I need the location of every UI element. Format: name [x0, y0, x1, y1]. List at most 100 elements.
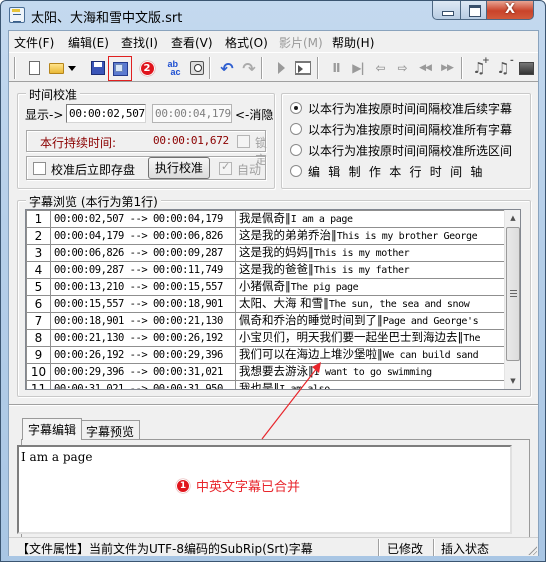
duration-label: 本行持续时间: [40, 136, 117, 150]
next-line-button[interactable]: ⇨ [392, 58, 412, 78]
chinese-text: 佩奇和乔治的睡觉时间到了 [239, 313, 377, 328]
table-row[interactable]: 5 00:00:13,210 --> 00:00:15,557 小猪佩奇‖The p… [26, 278, 507, 296]
scroll-up-arrow-icon[interactable]: ▲ [505, 210, 520, 226]
menu-bar: 文件(F) 编辑(E) 查找(I) 查看(V) 格式(O) 影片(M) 帮助(H… [9, 31, 538, 51]
magnifier-icon [190, 61, 204, 75]
play-button[interactable] [271, 58, 291, 78]
table-row[interactable]: 11 00:00:31,021 --> 00:00:31,950 我也是‖I am … [26, 380, 507, 390]
chinese-text: 我想要去游泳 [239, 364, 308, 379]
minimize-button[interactable] [432, 1, 461, 20]
remove-audio-button[interactable]: ♫ - [493, 56, 513, 78]
show-label: 显示-> [25, 108, 64, 122]
table-row[interactable]: 1 00:00:02,507 --> 00:00:04,179 我是佩奇‖I am … [26, 210, 507, 228]
menu-edit[interactable]: 编辑(E) [68, 34, 109, 51]
row-subtitle-text: 小宝贝们，明天我们要一起坐巴士到海边去‖The [235, 329, 507, 347]
new-file-button[interactable] [24, 58, 44, 78]
annotation-number-badge: 1 [176, 478, 190, 493]
tab-subtitle-preview[interactable]: 字幕预览 [80, 420, 141, 439]
menu-help[interactable]: 帮助(H) [332, 34, 374, 51]
duration-value: 00:00:01,672 [153, 134, 229, 147]
next-frame-button[interactable]: ▶| [348, 58, 368, 78]
save-as-button[interactable] [108, 56, 132, 81]
mode-option-all[interactable]: 以本行为准按原时间间隔校准所有字幕 [290, 121, 512, 137]
redo-button[interactable]: ↷ [239, 58, 259, 78]
menu-view[interactable]: 查看(V) [171, 34, 213, 51]
lock-checkbox[interactable] [237, 135, 250, 148]
execute-calibration-button[interactable]: 执行校准 [148, 157, 210, 179]
row-subtitle-text: 我也是‖I am also [235, 380, 507, 390]
row-timecode: 00:00:06,826 --> 00:00:09,287 [50, 244, 236, 262]
table-row[interactable]: 2 00:00:04,179 --> 00:00:06,826 这是我的弟弟乔治‖T… [26, 227, 507, 245]
menu-find[interactable]: 查找(I) [121, 34, 158, 51]
window-title: 太阳、大海和雪中文版.srt [31, 11, 183, 26]
menu-format[interactable]: 格式(O) [225, 34, 268, 51]
open-dropdown-button[interactable] [66, 58, 78, 78]
table-row[interactable]: 10 00:00:29,396 --> 00:00:31,021 我想要去游泳‖I … [26, 363, 507, 381]
row-number: 8 [26, 329, 51, 347]
tab-subtitle-edit[interactable]: 字幕编辑 [22, 418, 83, 440]
step-badge-2: 2 [137, 58, 157, 78]
movie-button[interactable] [293, 58, 313, 78]
menu-file[interactable]: 文件(F) [14, 34, 54, 51]
toolbar-grip[interactable] [14, 57, 16, 79]
english-text: The pig page [290, 282, 359, 293]
find-button[interactable] [187, 58, 207, 78]
radio-icon [290, 123, 302, 135]
add-audio-button[interactable]: ♫ + [469, 56, 489, 78]
table-row[interactable]: 4 00:00:09,287 --> 00:00:11,749 这是我的爸爸‖Thi… [26, 261, 507, 279]
spellcheck-button[interactable]: ab ac [164, 58, 184, 78]
vertical-scrollbar[interactable]: ▲ ▼ [504, 210, 520, 389]
auto-checkbox[interactable] [219, 160, 232, 175]
table-row[interactable]: 3 00:00:06,826 --> 00:00:09,287 这是我的妈妈‖Thi… [26, 244, 507, 262]
maximize-button[interactable] [460, 1, 487, 20]
auto-label: 自动 [237, 163, 262, 177]
table-row[interactable]: 9 00:00:26,192 --> 00:00:29,396 我们可以在海边上堆沙… [26, 346, 507, 364]
save-after-checkbox[interactable] [33, 162, 46, 175]
row-number: 1 [26, 210, 51, 228]
pause-icon: II [332, 61, 341, 75]
english-text: I am also [279, 384, 330, 390]
status-insert-mode: 插入状态 [441, 542, 490, 556]
resize-grip-icon[interactable] [527, 545, 537, 555]
chinese-text: 这是我的弟弟乔治 [239, 228, 331, 243]
status-modified: 已修改 [387, 542, 424, 556]
english-text: Page and George's [382, 316, 479, 327]
menu-movie[interactable]: 影片(M) [279, 34, 323, 51]
open-file-button[interactable] [46, 58, 66, 78]
english-text: The [463, 333, 481, 344]
play-icon [277, 62, 285, 74]
scrollbar-thumb[interactable] [506, 227, 520, 361]
prev-line-button[interactable]: ⇦ [370, 58, 390, 78]
save-button[interactable] [88, 58, 108, 78]
screen-icon [518, 61, 534, 75]
close-button[interactable]: X [486, 1, 534, 20]
mode-option-subsequent[interactable]: 以本行为准按原时间间隔校准后续字幕 [290, 100, 512, 116]
undo-button[interactable]: ↶ [217, 58, 237, 78]
mode-option-edit-timeline[interactable]: 编辑制作本行时间轴 [290, 163, 491, 179]
save-after-label: 校准后立即存盘 [51, 163, 136, 177]
app-icon[interactable] [9, 7, 25, 23]
row-timecode: 00:00:09,287 --> 00:00:11,749 [50, 261, 236, 279]
start-time-field[interactable]: 00:00:02,507 [66, 104, 146, 123]
table-row[interactable]: 8 00:00:21,130 --> 00:00:26,192 小宝贝们，明天我们要… [26, 329, 507, 347]
row-subtitle-text: 这是我的妈妈‖This is my mother [235, 244, 507, 262]
number-badge-icon: 2 [139, 60, 155, 76]
chinese-text: 我是佩奇 [239, 211, 285, 226]
subtitle-browser-title: 字幕浏览 (本行为第1行) [26, 193, 161, 210]
rewind-button[interactable]: ◀◀ [415, 58, 435, 78]
duration-box: 本行持续时间: 00:00:01,672 锁定 [26, 130, 267, 167]
scroll-down-arrow-icon[interactable]: ▼ [505, 373, 520, 389]
spellcheck-abc-icon: ab ac [167, 59, 181, 77]
pause-button[interactable]: II [326, 58, 346, 78]
right-arrow-icon: ⇨ [397, 61, 407, 75]
video-window-button[interactable] [516, 58, 536, 78]
title-bar[interactable]: 太阳、大海和雪中文版.srt X [1, 1, 545, 29]
left-arrow-icon: ⇦ [375, 61, 385, 75]
panel-splitter[interactable] [9, 404, 538, 406]
grip-icon [510, 290, 517, 297]
end-time-field[interactable]: 00:00:04,179 [152, 104, 232, 123]
table-row[interactable]: 6 00:00:15,557 --> 00:00:18,901 太阳、大海 和雪‖T… [26, 295, 507, 313]
mode-option-selected-range[interactable]: 以本行为准按原时间间隔校准所选区间 [290, 142, 512, 158]
table-row[interactable]: 7 00:00:18,901 --> 00:00:21,130 佩奇和乔治的睡觉时间… [26, 312, 507, 330]
fast-forward-button[interactable]: ▶▶ [437, 58, 457, 78]
